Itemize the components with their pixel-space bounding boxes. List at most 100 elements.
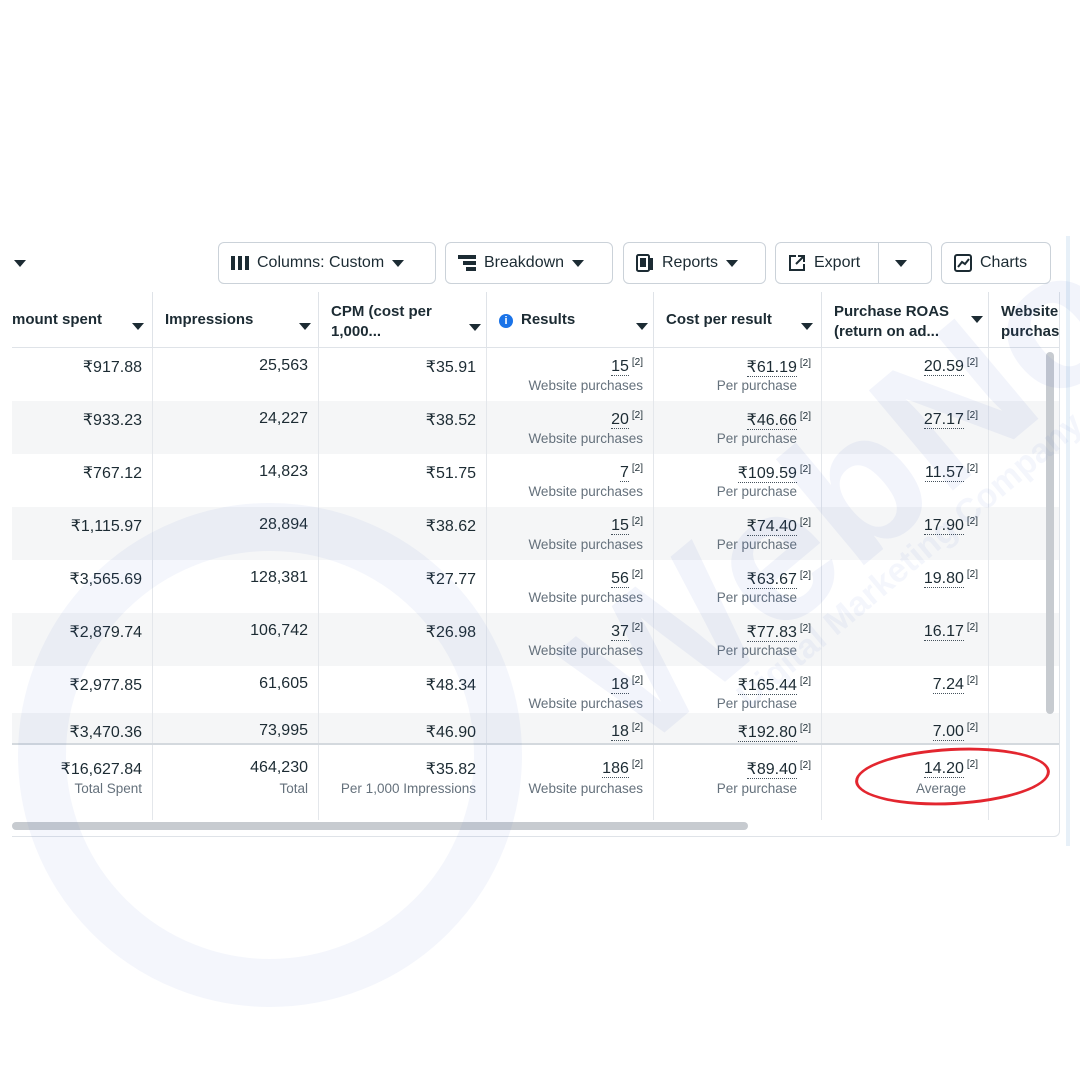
roas-value[interactable]: 7.24: [932, 676, 964, 695]
cell-impressions: 106,742: [153, 613, 319, 666]
column-header-results[interactable]: i Results: [487, 292, 654, 348]
breakdown-icon: [458, 255, 476, 271]
cell-roas: 17.90 [2]: [822, 507, 989, 560]
info-icon[interactable]: i: [499, 314, 513, 328]
column-header-cpm[interactable]: CPM (cost per 1,000...: [319, 292, 487, 348]
cpr-value[interactable]: ₹77.83: [746, 624, 797, 642]
sort-caret-icon[interactable]: [132, 317, 144, 334]
sort-caret-icon[interactable]: [469, 318, 481, 335]
roas-value[interactable]: 19.80: [923, 570, 964, 589]
results-value[interactable]: 15: [611, 517, 629, 536]
total-cost-per-result: ₹89.40 [2] Per purchase: [654, 745, 822, 820]
cell-cpm: ₹38.62: [319, 507, 487, 560]
column-header-purchase-roas[interactable]: Purchase ROAS (return on ad...: [822, 292, 989, 348]
panel-edge: [1066, 236, 1070, 846]
table-row[interactable]: ₹2,879.74 106,742 ₹26.98 37 [2] Website purch…: [12, 613, 1059, 666]
results-value[interactable]: 18: [611, 676, 629, 695]
cell-impressions: 24,227: [153, 401, 319, 454]
cpr-value[interactable]: ₹46.66: [746, 412, 797, 430]
results-value[interactable]: 20: [611, 411, 629, 430]
table-row[interactable]: ₹2,977.85 61,605 ₹48.34 18 [2] Website purcha…: [12, 666, 1059, 719]
reports-button[interactable]: Reports: [623, 242, 766, 284]
sort-caret-icon[interactable]: [801, 317, 813, 334]
total-results-value[interactable]: 186: [602, 760, 629, 779]
sort-caret-icon[interactable]: [971, 310, 983, 327]
columns-button[interactable]: Columns: Custom: [218, 242, 436, 284]
charts-button[interactable]: Charts: [941, 242, 1051, 284]
vertical-scrollbar[interactable]: [1046, 352, 1054, 714]
cell-roas: 7.24 [2]: [822, 666, 989, 719]
column-header-impressions[interactable]: Impressions: [153, 292, 319, 348]
table-row[interactable]: ₹767.12 14,823 ₹51.75 7 [2] Website purchases…: [12, 454, 1059, 507]
roas-value[interactable]: 16.17: [923, 623, 964, 642]
total-amount-spent: ₹16,627.84 Total Spent: [12, 745, 153, 820]
cell-roas: 20.59 [2]: [822, 348, 989, 401]
cpr-value[interactable]: ₹74.40: [746, 518, 797, 536]
column-header-website-purchases[interactable]: Website purchas: [989, 292, 1059, 348]
export-button[interactable]: Export: [775, 242, 932, 284]
total-impressions: 464,230 Total: [153, 745, 319, 820]
cell-spent: ₹2,879.74: [12, 613, 153, 666]
sort-caret-icon[interactable]: [636, 317, 648, 334]
cell-cpm: ₹26.98: [319, 613, 487, 666]
cell-results: 15 [2] Website purchases: [487, 507, 654, 560]
table-row[interactable]: ₹1,115.97 28,894 ₹38.62 15 [2] Website purcha…: [12, 507, 1059, 560]
table-row[interactable]: ₹917.88 25,563 ₹35.91 15 [2] Website purchase…: [12, 348, 1059, 401]
cell-cpr: ₹109.59 [2] Per purchase: [654, 454, 822, 507]
results-value[interactable]: 15: [611, 358, 629, 377]
cell-cpr: ₹74.40 [2] Per purchase: [654, 507, 822, 560]
breakdown-button[interactable]: Breakdown: [445, 242, 613, 284]
cell-cpm: ₹38.52: [319, 401, 487, 454]
cell-spent: ₹933.23: [12, 401, 153, 454]
table-row[interactable]: ₹3,565.69 128,381 ₹27.77 56 [2] Website purch…: [12, 560, 1059, 613]
charts-icon: [954, 254, 972, 272]
roas-value[interactable]: 11.57: [925, 464, 964, 483]
roas-value[interactable]: 17.90: [923, 517, 964, 536]
cpr-value[interactable]: ₹63.67: [746, 571, 797, 589]
roas-value[interactable]: 20.59: [923, 358, 964, 377]
cpr-value[interactable]: ₹192.80: [737, 724, 797, 742]
cpr-value[interactable]: ₹165.44: [737, 677, 797, 695]
total-cpm: ₹35.82 Per 1,000 Impressions: [319, 745, 487, 820]
table-row[interactable]: ₹933.23 24,227 ₹38.52 20 [2] Website purchase…: [12, 401, 1059, 454]
cell-impressions: 14,823: [153, 454, 319, 507]
horizontal-scrollbar[interactable]: [12, 822, 748, 830]
cpr-value[interactable]: ₹109.59: [737, 465, 797, 483]
cell-cpm: ₹48.34: [319, 666, 487, 719]
cpr-value[interactable]: ₹61.19: [746, 359, 797, 377]
table-header: mount spent Impressions CPM (cost per 1,0…: [12, 292, 1059, 348]
breakdown-label: Breakdown: [484, 254, 565, 271]
cell-cpr: ₹77.83 [2] Per purchase: [654, 613, 822, 666]
cell-results: 15 [2] Website purchases: [487, 348, 654, 401]
cell-roas: 19.80 [2]: [822, 560, 989, 613]
total-cpr-value[interactable]: ₹89.40: [746, 761, 797, 779]
columns-icon: [231, 256, 249, 270]
level-dropdown-caret-icon[interactable]: [14, 254, 26, 272]
cell-roas: 16.17 [2]: [822, 613, 989, 666]
cell-results: 20 [2] Website purchases: [487, 401, 654, 454]
breakdown-caret-icon: [572, 259, 585, 267]
cell-spent: ₹767.12: [12, 454, 153, 507]
export-divider: [878, 243, 880, 283]
export-label: Export: [814, 254, 861, 271]
roas-value[interactable]: 7.00: [932, 723, 964, 742]
cell-cpm: ₹35.91: [319, 348, 487, 401]
reports-icon: [636, 254, 654, 272]
results-value[interactable]: 37: [611, 623, 629, 642]
cell-cpm: ₹27.77: [319, 560, 487, 613]
column-header-amount-spent[interactable]: mount spent: [12, 292, 153, 348]
roas-value[interactable]: 27.17: [923, 411, 964, 430]
results-value[interactable]: 18: [611, 723, 629, 742]
export-more-caret-icon[interactable]: [895, 259, 908, 267]
cell-cpr: ₹165.44 [2] Per purchase: [654, 666, 822, 719]
results-value[interactable]: 7: [619, 464, 629, 483]
cell-spent: ₹3,565.69: [12, 560, 153, 613]
sort-caret-icon[interactable]: [299, 317, 311, 334]
cell-spent: ₹917.88: [12, 348, 153, 401]
cell-results: 56 [2] Website purchases: [487, 560, 654, 613]
cell-results: 37 [2] Website purchases: [487, 613, 654, 666]
toolbar: Columns: Custom Breakdown Reports Export…: [0, 240, 1070, 286]
cell-spent: ₹2,977.85: [12, 666, 153, 719]
column-header-cost-per-result[interactable]: Cost per result: [654, 292, 822, 348]
results-value[interactable]: 56: [611, 570, 629, 589]
